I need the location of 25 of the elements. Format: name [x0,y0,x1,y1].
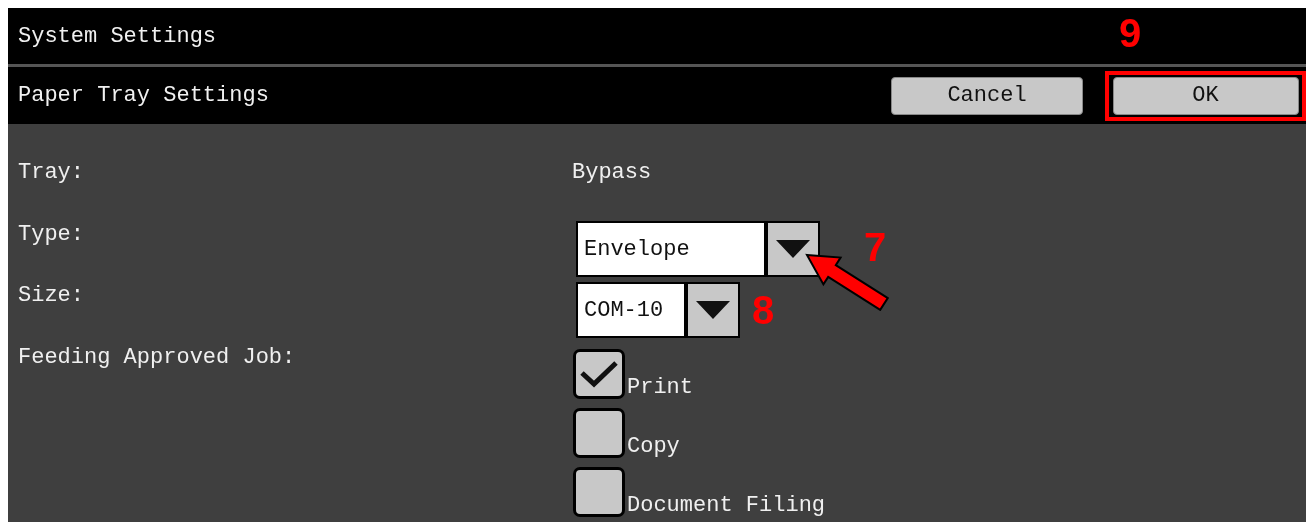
checkbox-label: Document Filing [627,493,826,519]
caret-icon [696,301,730,319]
callout-number: 8 [752,288,775,332]
caret-icon [776,240,810,258]
checkbox[interactable] [573,467,625,517]
field-label: Size: [18,282,85,310]
dropdown-button[interactable] [766,221,820,277]
dropdown-field[interactable]: Envelope [576,221,766,277]
field-value: Bypass [572,159,652,187]
check-icon [579,359,619,389]
page-title: Paper Tray Settings [18,82,270,110]
dialog-button[interactable]: Cancel [891,76,1083,115]
checkbox[interactable] [573,349,625,399]
callout-number: 7 [864,225,887,269]
dropdown-button[interactable] [686,282,740,338]
dropdown-field[interactable]: COM-10 [576,282,686,338]
dialog-button[interactable]: OK [1112,76,1299,115]
window-title: System Settings [18,22,217,51]
callout-number: 9 [1119,11,1142,55]
field-label: Type: [18,221,85,249]
checkbox-label: Copy [627,434,680,460]
field-label: Feeding Approved Job: [18,344,297,372]
checkbox-label: Print [627,375,693,401]
checkbox[interactable] [573,408,625,458]
field-label: Tray: [18,159,85,187]
